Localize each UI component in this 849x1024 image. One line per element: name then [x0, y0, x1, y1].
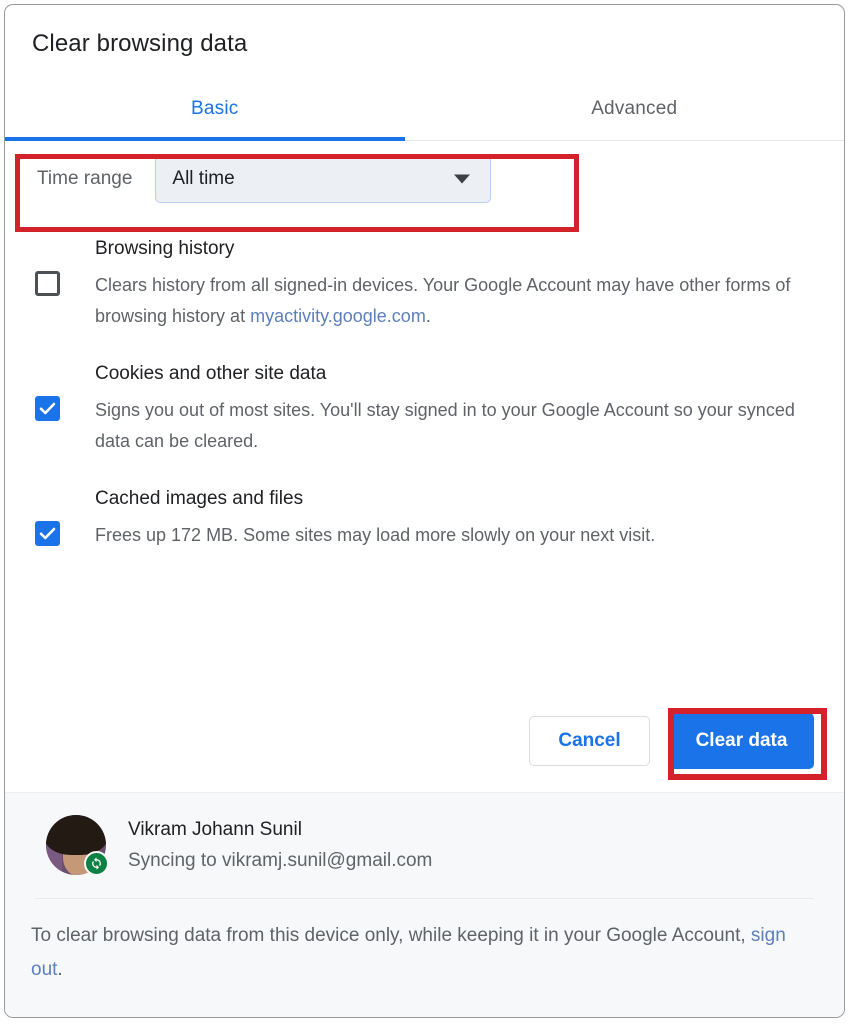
footer-note: To clear browsing data from this device … [5, 899, 844, 987]
tab-advanced-label: Advanced [591, 98, 677, 120]
account-sync-status: Syncing to vikramj.sunil@gmail.com [128, 846, 432, 876]
option-text: Cached images and files Frees up 172 MB.… [95, 483, 814, 551]
chevron-down-icon [454, 175, 470, 184]
account-name: Vikram Johann Sunil [128, 814, 432, 846]
account-info: Vikram Johann Sunil Syncing to vikramj.s… [128, 814, 432, 876]
clear-data-button[interactable]: Clear data [669, 713, 814, 769]
checkbox-cached-images[interactable] [35, 521, 60, 546]
tab-basic[interactable]: Basic [5, 83, 425, 140]
page-title: Clear browsing data [32, 30, 247, 58]
option-title: Cached images and files [95, 485, 814, 513]
avatar-hair [46, 815, 106, 855]
option-title: Browsing history [95, 235, 814, 263]
check-icon [38, 399, 57, 418]
footer-note-text: To clear browsing data from this device … [31, 925, 751, 946]
checkbox-cookies[interactable] [35, 396, 60, 421]
dialog-title-bar: Clear browsing data [5, 5, 844, 83]
check-icon [38, 524, 57, 543]
time-range-row: Time range All time [37, 155, 491, 203]
option-cookies: Cookies and other site data Signs you ou… [5, 358, 844, 457]
checkbox-browsing-history[interactable] [35, 271, 60, 296]
checkbox-cell [35, 233, 95, 332]
checkbox-cell [35, 358, 95, 457]
option-title: Cookies and other site data [95, 360, 814, 388]
account-footer: Vikram Johann Sunil Syncing to vikramj.s… [5, 792, 844, 1017]
time-range-label: Time range [37, 168, 132, 190]
option-description: Signs you out of most sites. You'll stay… [95, 395, 814, 457]
tab-advanced[interactable]: Advanced [425, 83, 845, 140]
option-description-text: Clears history from all signed-in device… [95, 275, 790, 326]
avatar-wrapper [46, 815, 106, 875]
tab-basic-label: Basic [191, 98, 238, 120]
myactivity-link[interactable]: myactivity.google.com [250, 306, 426, 326]
clear-browsing-data-dialog: Clear browsing data Basic Advanced Time … [4, 4, 845, 1018]
option-cached-images: Cached images and files Frees up 172 MB.… [5, 483, 844, 551]
cancel-button[interactable]: Cancel [529, 716, 650, 766]
footer-note-suffix: . [57, 959, 62, 980]
sync-icon [84, 851, 109, 876]
option-browsing-history: Browsing history Clears history from all… [5, 233, 844, 332]
option-description: Frees up 172 MB. Some sites may load mor… [95, 520, 814, 551]
time-range-select[interactable]: All time [155, 155, 491, 203]
time-range-selected-value: All time [172, 168, 234, 190]
tab-bar: Basic Advanced [5, 83, 844, 141]
time-range-section: Time range All time [5, 141, 844, 219]
dialog-actions: Cancel Clear data [5, 713, 844, 769]
options-list: Browsing history Clears history from all… [5, 219, 844, 551]
option-text: Cookies and other site data Signs you ou… [95, 358, 814, 457]
option-description: Clears history from all signed-in device… [95, 270, 814, 332]
checkbox-cell [35, 483, 95, 551]
option-text: Browsing history Clears history from all… [95, 233, 814, 332]
sync-arrows-icon [89, 856, 104, 871]
account-row[interactable]: Vikram Johann Sunil Syncing to vikramj.s… [5, 793, 844, 876]
option-description-suffix: . [426, 306, 431, 326]
